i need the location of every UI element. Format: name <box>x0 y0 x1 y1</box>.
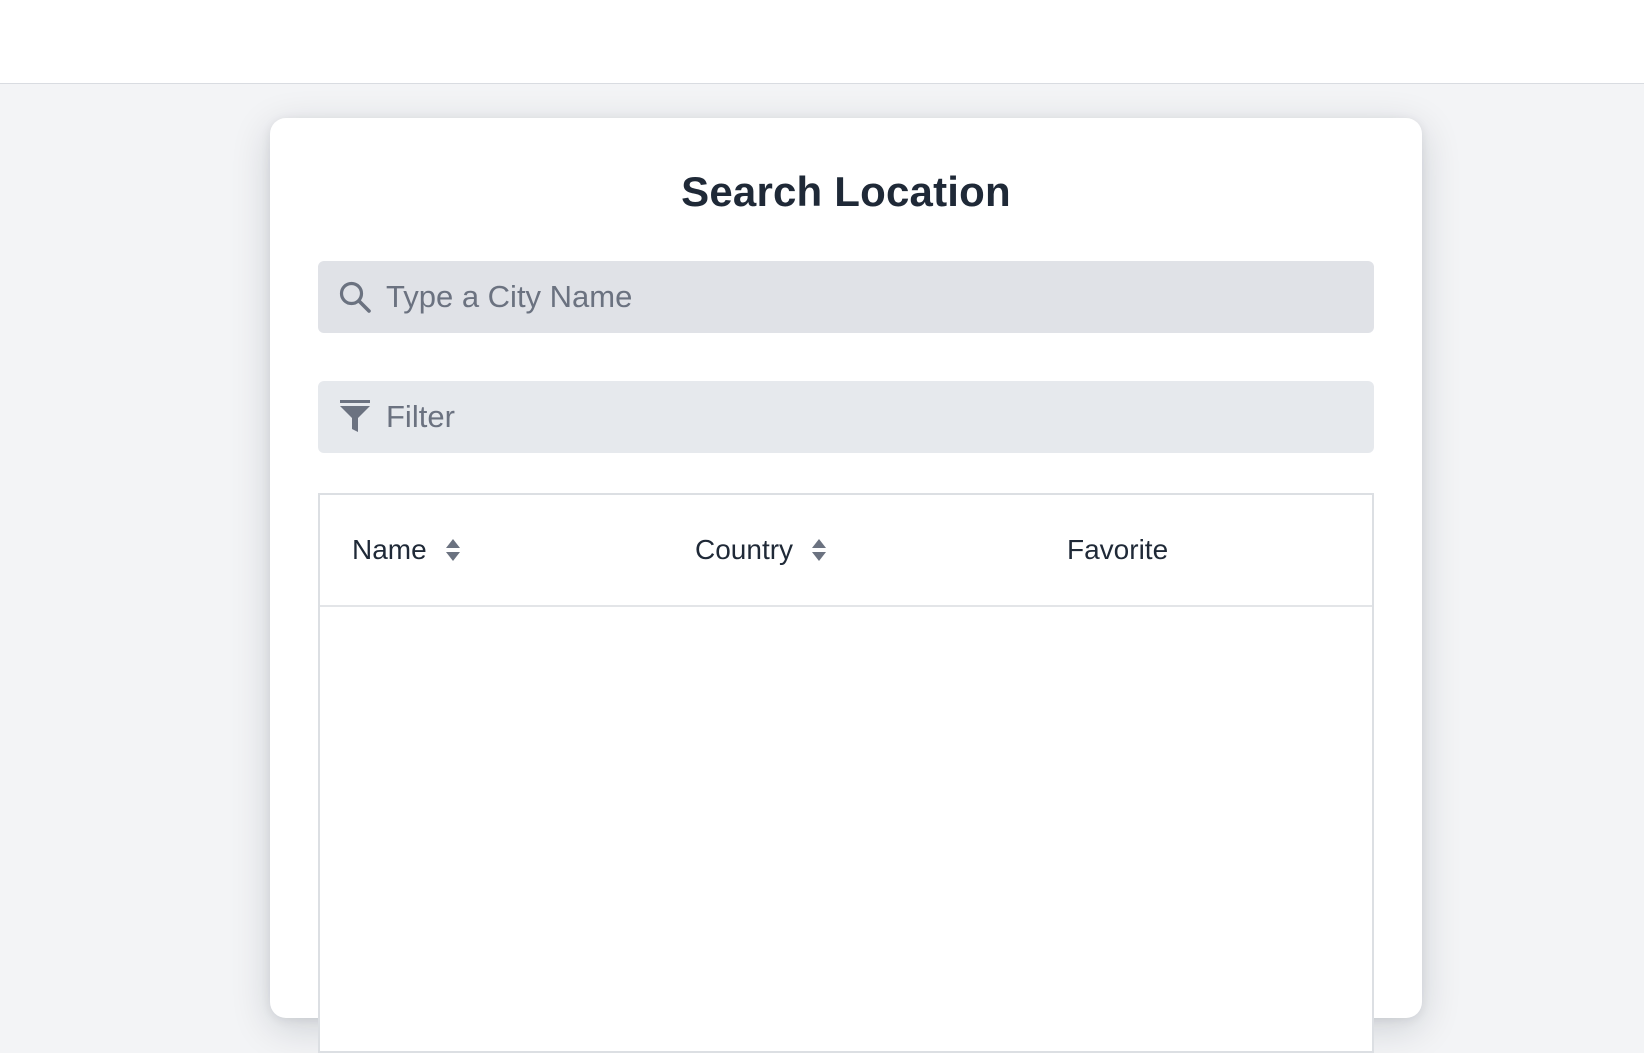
search-location-card: Search Location Name <box>270 118 1422 1053</box>
column-header-favorite: Favorite <box>1067 495 1168 605</box>
search-field[interactable] <box>318 261 1374 333</box>
sort-icon[interactable] <box>445 537 461 563</box>
filter-icon <box>336 398 374 436</box>
page-title: Search Location <box>681 168 1011 215</box>
column-header-country[interactable]: Country <box>695 495 827 605</box>
filter-field[interactable] <box>318 381 1374 453</box>
sort-icon[interactable] <box>811 537 827 563</box>
top-bar <box>0 0 1644 84</box>
filter-input[interactable] <box>386 387 1346 447</box>
column-header-label: Favorite <box>1067 534 1169 565</box>
locations-table: Name Country Favorite <box>318 493 1374 1053</box>
table-header: Name Country Favorite <box>320 495 1372 607</box>
column-header-label: Name <box>352 534 427 565</box>
table-body <box>320 607 1372 1051</box>
column-header-name[interactable]: Name <box>352 495 461 605</box>
search-input[interactable] <box>386 267 1346 327</box>
search-icon <box>336 278 374 316</box>
column-header-label: Country <box>695 534 794 565</box>
